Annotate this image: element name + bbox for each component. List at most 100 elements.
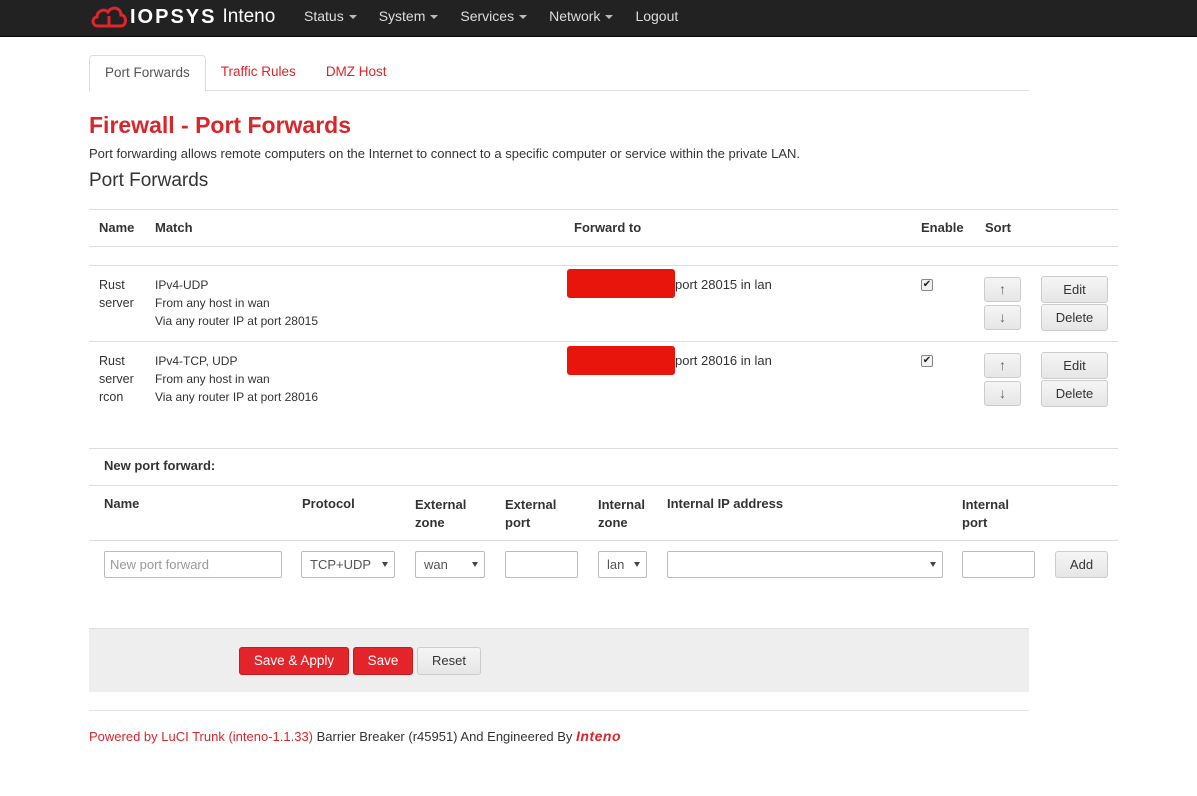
nf-header-line: zone: [598, 515, 628, 530]
match-destination: Via any router IP at port 28015: [155, 314, 319, 328]
footer-divider: [89, 710, 1029, 711]
save-apply-button[interactable]: Save & Apply: [239, 647, 349, 675]
nf-header-line: Internal: [598, 497, 645, 512]
menu-network-label: Network: [549, 8, 601, 24]
delete-button[interactable]: Delete: [1041, 304, 1108, 331]
edit-button[interactable]: Edit: [1041, 352, 1108, 379]
rule-match: IPv4-TCP, UDP From any host in wan Via a…: [155, 352, 318, 406]
table-row-divider: [89, 341, 1118, 342]
match-protocol: IPv4-TCP, UDP: [155, 354, 238, 368]
rule-name-line: server: [99, 372, 134, 386]
save-button[interactable]: Save: [353, 647, 413, 675]
external-port-input[interactable]: [505, 551, 578, 578]
cloud-logo-icon: [91, 6, 127, 28]
move-down-button[interactable]: ↓: [984, 305, 1021, 330]
internal-port-input[interactable]: [962, 551, 1035, 578]
menu-system-label: System: [378, 8, 426, 24]
menu-logout-label: Logout: [635, 8, 679, 24]
nf-header-line: port: [962, 515, 988, 530]
brand-name: IOPSYS: [130, 5, 217, 28]
table-row-divider: [89, 265, 1118, 266]
nf-header-internal-port: Internal port: [962, 496, 1009, 532]
menu-services[interactable]: Services: [449, 0, 538, 37]
enable-checkbox[interactable]: ✔: [921, 355, 933, 367]
brand-product: Inteno: [222, 6, 276, 27]
tab-port-forwards[interactable]: Port Forwards: [89, 55, 206, 92]
reset-button[interactable]: Reset: [417, 647, 481, 675]
table-header-divider: [89, 246, 1118, 247]
tab-dmz-host[interactable]: DMZ Host: [311, 55, 402, 91]
menu-services-label: Services: [460, 8, 515, 24]
redacted-ip: [567, 269, 675, 298]
add-button[interactable]: Add: [1055, 551, 1108, 578]
tab-bar: Port Forwards Traffic Rules DMZ Host: [89, 55, 1029, 92]
forward-target: port 28015 in lan: [675, 277, 772, 292]
delete-button[interactable]: Delete: [1041, 380, 1108, 407]
page-description: Port forwarding allows remote computers …: [89, 146, 801, 161]
header-name: Name: [99, 220, 135, 235]
top-navbar: IOPSYS Inteno Status System Services Net…: [0, 0, 1197, 37]
brand[interactable]: IOPSYS Inteno: [90, 2, 275, 32]
move-down-button[interactable]: ↓: [984, 381, 1021, 406]
menu-logout[interactable]: Logout: [624, 0, 689, 37]
nf-header-line: Internal: [962, 497, 1009, 512]
main-menu: Status System Services Network Logout: [293, 0, 689, 37]
luci-link[interactable]: Powered by LuCI Trunk (inteno-1.1.33): [89, 729, 313, 744]
form-actions-bar: Save & Apply Save Reset: [89, 628, 1029, 692]
nf-header-line: External: [415, 497, 467, 512]
rule-match: IPv4-UDP From any host in wan Via any ro…: [155, 276, 318, 330]
redacted-ip: [567, 346, 675, 375]
protocol-select[interactable]: TCP+UDP: [301, 551, 395, 578]
section-title: Port Forwards: [89, 170, 209, 191]
enable-checkbox[interactable]: ✔: [921, 279, 933, 291]
footer: Powered by LuCI Trunk (inteno-1.1.33) Ba…: [89, 728, 621, 744]
new-forward-divider: [89, 448, 1118, 449]
dropdown-arrow-icon: [930, 562, 936, 567]
rule-name-line: Rust: [99, 354, 125, 368]
rule-name: Rust server: [99, 276, 134, 312]
internal-zone-select[interactable]: lan: [598, 551, 647, 578]
match-destination: Via any router IP at port 28016: [155, 390, 319, 404]
match-source: From any host in wan: [155, 372, 270, 386]
new-forward-name-input[interactable]: [104, 551, 282, 578]
nf-header-external-zone: External zone: [415, 496, 466, 532]
external-zone-select[interactable]: wan: [415, 551, 485, 578]
nf-header-line: External: [505, 497, 557, 512]
new-forward-title: New port forward:: [104, 458, 216, 473]
nf-header-protocol: Protocol: [302, 496, 355, 511]
menu-network[interactable]: Network: [538, 0, 624, 37]
move-up-button[interactable]: ↑: [984, 353, 1021, 378]
rule-name-line: rcon: [99, 390, 124, 404]
page-title: Firewall - Port Forwards: [89, 112, 351, 138]
rule-name-line: server: [99, 296, 134, 310]
rule-name-line: Rust: [99, 278, 125, 292]
nf-header-external-port: External port: [505, 496, 556, 532]
move-up-button[interactable]: ↑: [984, 277, 1021, 302]
dropdown-arrow-icon: [382, 562, 388, 567]
menu-system[interactable]: System: [368, 0, 450, 37]
internal-ip-select[interactable]: [667, 551, 943, 578]
protocol-select-value: TCP+UDP: [310, 557, 372, 572]
caret-down-icon: [605, 15, 614, 20]
internal-zone-select-value: lan: [607, 557, 625, 572]
nf-header-line: port: [505, 515, 531, 530]
caret-down-icon: [430, 15, 439, 20]
header-enable: Enable: [921, 220, 964, 235]
footer-text: Barrier Breaker (r45951) And Engineered …: [313, 729, 577, 744]
nf-header-internal-zone: Internal zone: [598, 496, 645, 532]
table-top-divider: [89, 209, 1118, 210]
new-forward-divider: [89, 540, 1118, 541]
forward-target: port 28016 in lan: [675, 353, 772, 368]
nf-header-name: Name: [104, 496, 140, 511]
new-forward-divider: [89, 485, 1118, 486]
match-protocol: IPv4-UDP: [155, 278, 209, 292]
inteno-logo: Inteno: [576, 728, 622, 744]
rule-name: Rust server rcon: [99, 352, 134, 406]
tab-traffic-rules[interactable]: Traffic Rules: [206, 55, 311, 91]
edit-button[interactable]: Edit: [1041, 276, 1108, 303]
dropdown-arrow-icon: [634, 562, 640, 567]
nf-header-internal-ip: Internal IP address: [667, 496, 784, 511]
header-match: Match: [155, 220, 193, 235]
match-source: From any host in wan: [155, 296, 270, 310]
menu-status[interactable]: Status: [293, 0, 368, 37]
